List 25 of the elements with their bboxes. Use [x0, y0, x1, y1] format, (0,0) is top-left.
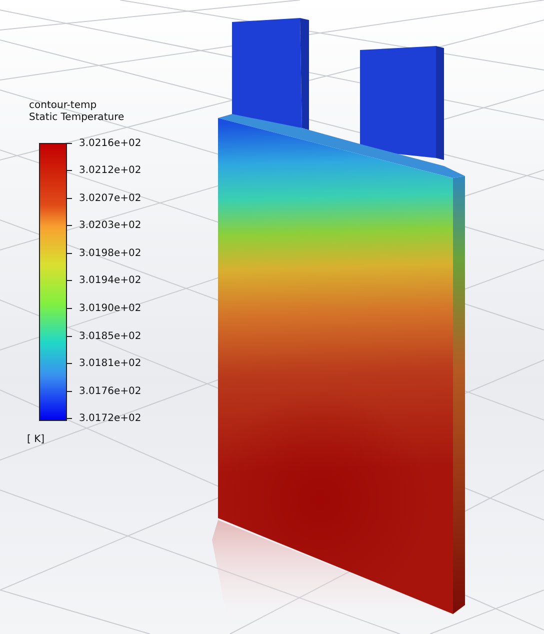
- scale-label: 3.0207e+02: [79, 192, 142, 204]
- tick-mark: [67, 390, 72, 392]
- tick-mark: [67, 252, 72, 254]
- tick-mark: [67, 418, 72, 420]
- scale-label: 3.0198e+02: [79, 248, 142, 259]
- tick-mark: [67, 363, 72, 364]
- scale-label: 3.0212e+02: [79, 165, 142, 176]
- scale-label: 3.0190e+02: [79, 303, 142, 314]
- scale-label: 3.0176e+02: [79, 386, 142, 397]
- tick-mark: [67, 198, 72, 199]
- scale-label: 3.0194e+02: [79, 275, 142, 286]
- tick-mark: [67, 308, 72, 310]
- tick-mark: [67, 225, 72, 226]
- tick-mark: [67, 170, 72, 172]
- tick-mark: [67, 280, 72, 282]
- scale-label: 3.0216e+02: [79, 138, 142, 148]
- unit-label: [ K]: [27, 434, 46, 445]
- tick-mark: [67, 336, 72, 337]
- legend-subtitle: Static Temperature: [29, 112, 126, 124]
- scale-label: 3.0185e+02: [79, 330, 142, 342]
- scale-label: 3.0181e+02: [79, 358, 142, 370]
- scale-label: 3.0172e+02: [79, 413, 142, 424]
- tick-mark: [67, 142, 72, 144]
- legend-title: contour-temp: [29, 100, 98, 112]
- scale-label: 3.0203e+02: [79, 220, 142, 232]
